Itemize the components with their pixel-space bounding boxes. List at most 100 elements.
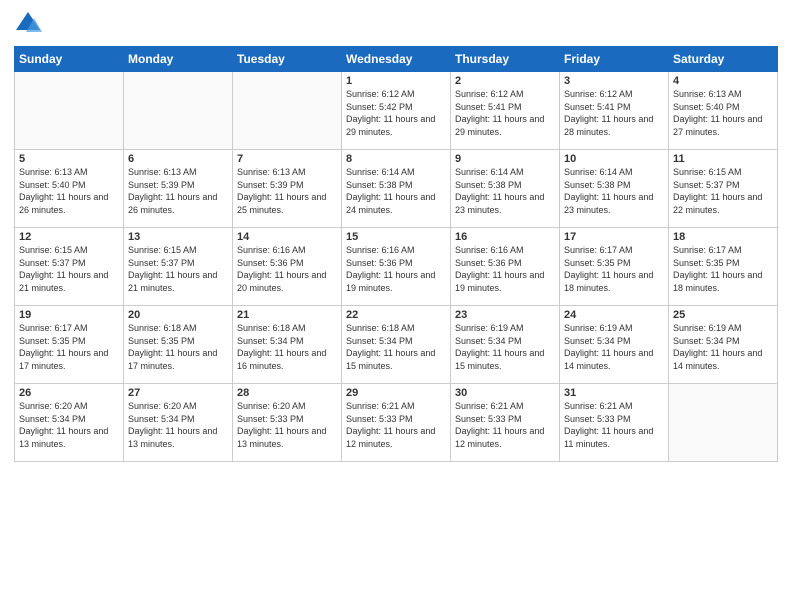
calendar-cell: 6Sunrise: 6:13 AMSunset: 5:39 PMDaylight… (124, 150, 233, 228)
calendar-cell: 20Sunrise: 6:18 AMSunset: 5:35 PMDayligh… (124, 306, 233, 384)
weekday-header-monday: Monday (124, 47, 233, 72)
day-info: Sunrise: 6:14 AMSunset: 5:38 PMDaylight:… (564, 166, 664, 216)
day-number: 25 (673, 309, 773, 321)
day-number: 9 (455, 153, 555, 165)
calendar-week-2: 5Sunrise: 6:13 AMSunset: 5:40 PMDaylight… (15, 150, 778, 228)
calendar-cell (15, 72, 124, 150)
calendar-table: SundayMondayTuesdayWednesdayThursdayFrid… (14, 46, 778, 462)
day-number: 27 (128, 387, 228, 399)
day-number: 13 (128, 231, 228, 243)
day-number: 14 (237, 231, 337, 243)
day-number: 26 (19, 387, 119, 399)
day-number: 1 (346, 75, 446, 87)
day-info: Sunrise: 6:15 AMSunset: 5:37 PMDaylight:… (673, 166, 773, 216)
calendar-body: 1Sunrise: 6:12 AMSunset: 5:42 PMDaylight… (15, 72, 778, 462)
calendar-cell: 4Sunrise: 6:13 AMSunset: 5:40 PMDaylight… (669, 72, 778, 150)
day-number: 22 (346, 309, 446, 321)
day-info: Sunrise: 6:21 AMSunset: 5:33 PMDaylight:… (564, 400, 664, 450)
calendar-cell (669, 384, 778, 462)
day-number: 16 (455, 231, 555, 243)
header (14, 10, 778, 38)
day-info: Sunrise: 6:16 AMSunset: 5:36 PMDaylight:… (237, 244, 337, 294)
day-number: 18 (673, 231, 773, 243)
calendar-cell: 25Sunrise: 6:19 AMSunset: 5:34 PMDayligh… (669, 306, 778, 384)
calendar-cell: 21Sunrise: 6:18 AMSunset: 5:34 PMDayligh… (233, 306, 342, 384)
day-number: 3 (564, 75, 664, 87)
day-info: Sunrise: 6:17 AMSunset: 5:35 PMDaylight:… (673, 244, 773, 294)
day-info: Sunrise: 6:13 AMSunset: 5:39 PMDaylight:… (237, 166, 337, 216)
day-info: Sunrise: 6:19 AMSunset: 5:34 PMDaylight:… (455, 322, 555, 372)
day-info: Sunrise: 6:21 AMSunset: 5:33 PMDaylight:… (455, 400, 555, 450)
day-info: Sunrise: 6:20 AMSunset: 5:34 PMDaylight:… (128, 400, 228, 450)
weekday-header-tuesday: Tuesday (233, 47, 342, 72)
weekday-header-row: SundayMondayTuesdayWednesdayThursdayFrid… (15, 47, 778, 72)
day-number: 24 (564, 309, 664, 321)
page: SundayMondayTuesdayWednesdayThursdayFrid… (0, 0, 792, 612)
day-info: Sunrise: 6:19 AMSunset: 5:34 PMDaylight:… (673, 322, 773, 372)
calendar-cell: 27Sunrise: 6:20 AMSunset: 5:34 PMDayligh… (124, 384, 233, 462)
day-number: 20 (128, 309, 228, 321)
day-info: Sunrise: 6:21 AMSunset: 5:33 PMDaylight:… (346, 400, 446, 450)
calendar-cell: 31Sunrise: 6:21 AMSunset: 5:33 PMDayligh… (560, 384, 669, 462)
day-info: Sunrise: 6:12 AMSunset: 5:41 PMDaylight:… (455, 88, 555, 138)
day-number: 30 (455, 387, 555, 399)
calendar-cell: 18Sunrise: 6:17 AMSunset: 5:35 PMDayligh… (669, 228, 778, 306)
weekday-header-sunday: Sunday (15, 47, 124, 72)
calendar-cell: 26Sunrise: 6:20 AMSunset: 5:34 PMDayligh… (15, 384, 124, 462)
day-number: 15 (346, 231, 446, 243)
calendar-cell: 22Sunrise: 6:18 AMSunset: 5:34 PMDayligh… (342, 306, 451, 384)
calendar-cell: 7Sunrise: 6:13 AMSunset: 5:39 PMDaylight… (233, 150, 342, 228)
day-number: 10 (564, 153, 664, 165)
day-info: Sunrise: 6:15 AMSunset: 5:37 PMDaylight:… (19, 244, 119, 294)
day-info: Sunrise: 6:17 AMSunset: 5:35 PMDaylight:… (564, 244, 664, 294)
calendar-week-3: 12Sunrise: 6:15 AMSunset: 5:37 PMDayligh… (15, 228, 778, 306)
day-info: Sunrise: 6:18 AMSunset: 5:34 PMDaylight:… (346, 322, 446, 372)
calendar-cell: 10Sunrise: 6:14 AMSunset: 5:38 PMDayligh… (560, 150, 669, 228)
day-info: Sunrise: 6:16 AMSunset: 5:36 PMDaylight:… (455, 244, 555, 294)
day-number: 4 (673, 75, 773, 87)
day-number: 29 (346, 387, 446, 399)
day-number: 12 (19, 231, 119, 243)
day-number: 7 (237, 153, 337, 165)
day-number: 28 (237, 387, 337, 399)
calendar-cell (124, 72, 233, 150)
calendar-cell: 12Sunrise: 6:15 AMSunset: 5:37 PMDayligh… (15, 228, 124, 306)
calendar-week-4: 19Sunrise: 6:17 AMSunset: 5:35 PMDayligh… (15, 306, 778, 384)
weekday-header-friday: Friday (560, 47, 669, 72)
day-info: Sunrise: 6:18 AMSunset: 5:35 PMDaylight:… (128, 322, 228, 372)
calendar-cell: 16Sunrise: 6:16 AMSunset: 5:36 PMDayligh… (451, 228, 560, 306)
calendar-week-1: 1Sunrise: 6:12 AMSunset: 5:42 PMDaylight… (15, 72, 778, 150)
calendar-cell: 29Sunrise: 6:21 AMSunset: 5:33 PMDayligh… (342, 384, 451, 462)
calendar-cell: 8Sunrise: 6:14 AMSunset: 5:38 PMDaylight… (342, 150, 451, 228)
day-number: 17 (564, 231, 664, 243)
calendar-cell: 11Sunrise: 6:15 AMSunset: 5:37 PMDayligh… (669, 150, 778, 228)
day-number: 11 (673, 153, 773, 165)
calendar-cell: 3Sunrise: 6:12 AMSunset: 5:41 PMDaylight… (560, 72, 669, 150)
day-info: Sunrise: 6:14 AMSunset: 5:38 PMDaylight:… (455, 166, 555, 216)
calendar-cell: 23Sunrise: 6:19 AMSunset: 5:34 PMDayligh… (451, 306, 560, 384)
calendar-cell: 5Sunrise: 6:13 AMSunset: 5:40 PMDaylight… (15, 150, 124, 228)
day-info: Sunrise: 6:15 AMSunset: 5:37 PMDaylight:… (128, 244, 228, 294)
day-info: Sunrise: 6:13 AMSunset: 5:39 PMDaylight:… (128, 166, 228, 216)
day-info: Sunrise: 6:13 AMSunset: 5:40 PMDaylight:… (673, 88, 773, 138)
day-number: 19 (19, 309, 119, 321)
day-info: Sunrise: 6:20 AMSunset: 5:33 PMDaylight:… (237, 400, 337, 450)
day-info: Sunrise: 6:20 AMSunset: 5:34 PMDaylight:… (19, 400, 119, 450)
day-number: 6 (128, 153, 228, 165)
weekday-header-thursday: Thursday (451, 47, 560, 72)
calendar-cell (233, 72, 342, 150)
weekday-header-saturday: Saturday (669, 47, 778, 72)
day-info: Sunrise: 6:18 AMSunset: 5:34 PMDaylight:… (237, 322, 337, 372)
calendar-cell: 24Sunrise: 6:19 AMSunset: 5:34 PMDayligh… (560, 306, 669, 384)
calendar-cell: 9Sunrise: 6:14 AMSunset: 5:38 PMDaylight… (451, 150, 560, 228)
calendar-cell: 14Sunrise: 6:16 AMSunset: 5:36 PMDayligh… (233, 228, 342, 306)
day-info: Sunrise: 6:17 AMSunset: 5:35 PMDaylight:… (19, 322, 119, 372)
calendar-cell: 1Sunrise: 6:12 AMSunset: 5:42 PMDaylight… (342, 72, 451, 150)
calendar-cell: 19Sunrise: 6:17 AMSunset: 5:35 PMDayligh… (15, 306, 124, 384)
day-info: Sunrise: 6:12 AMSunset: 5:42 PMDaylight:… (346, 88, 446, 138)
day-number: 8 (346, 153, 446, 165)
day-info: Sunrise: 6:14 AMSunset: 5:38 PMDaylight:… (346, 166, 446, 216)
day-number: 2 (455, 75, 555, 87)
weekday-header-wednesday: Wednesday (342, 47, 451, 72)
day-info: Sunrise: 6:19 AMSunset: 5:34 PMDaylight:… (564, 322, 664, 372)
